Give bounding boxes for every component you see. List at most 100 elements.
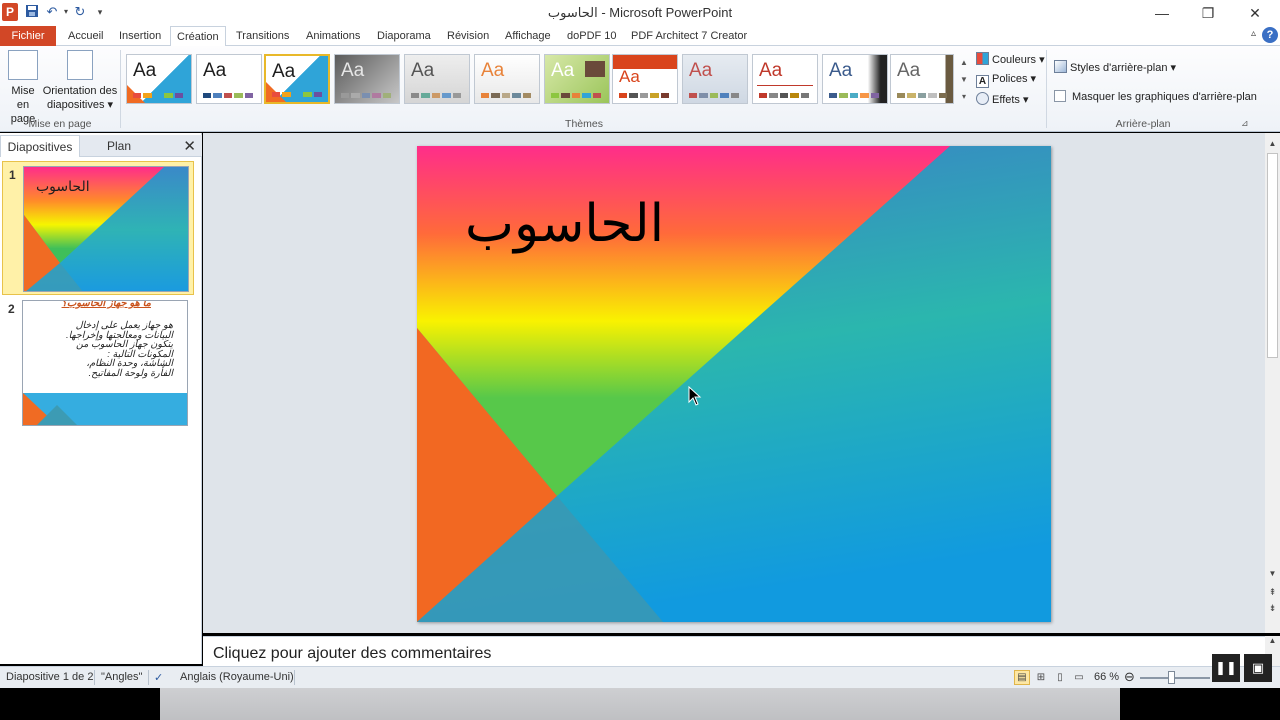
notes-placeholder[interactable]: Cliquez pour ajouter des commentaires <box>213 645 491 663</box>
theme-thumb-angles-selected[interactable]: Aa <box>264 54 330 104</box>
slide-thumbnail-2[interactable]: 2 ما هو جهاز الحاسوب؟ هو جهاز يعمل على إ… <box>2 296 194 430</box>
window-title: الحاسوب - Microsoft PowerPoint <box>547 5 733 20</box>
slide-thumb-image: ما هو جهاز الحاسوب؟ هو جهاز يعمل على إدخ… <box>22 300 188 426</box>
themes-gallery: Aa Aa Aa Aa Aa Aa Aa Aa Aa Aa Aa Aa <box>124 54 956 106</box>
theme-thumb-7[interactable]: Aa <box>544 54 610 104</box>
theme-thumb-4[interactable]: Aa <box>334 54 400 104</box>
themes-scroll[interactable]: ▲ ▼ ▾ <box>958 54 970 106</box>
slide-title[interactable]: الحاسوب <box>465 194 664 254</box>
group-label-page-setup: Mise en page <box>28 118 92 130</box>
themes-scroll-down-icon[interactable]: ▼ <box>958 71 970 88</box>
group-label-themes: Thèmes <box>565 118 603 130</box>
tab-slides[interactable]: Diapositives <box>0 135 80 157</box>
theme-thumb-9[interactable]: Aa <box>682 54 748 104</box>
theme-thumb-office[interactable]: Aa <box>196 54 262 104</box>
slide2-thumb-body: هو جهاز يعمل على إدخال البيانات ومعالجته… <box>65 320 173 379</box>
scroll-up-icon[interactable]: ▲ <box>1265 137 1280 151</box>
slide-canvas[interactable]: الحاسوب <box>417 146 1051 622</box>
ribbon-separator <box>120 50 121 128</box>
tab-animations[interactable]: Animations <box>304 26 362 46</box>
orientation-label-1: Orientation des <box>42 85 118 97</box>
theme-fonts-button[interactable]: A Polices ▾ <box>976 72 1036 88</box>
tab-home[interactable]: Accueil <box>66 26 105 46</box>
background-styles-button[interactable]: Styles d'arrière-plan ▾ <box>1054 60 1176 74</box>
slide-orientation-button[interactable]: Orientation des diapositives ▾ <box>42 50 118 112</box>
theme-effects-button[interactable]: Effets ▾ <box>976 92 1029 106</box>
themes-more-icon[interactable]: ▾ <box>958 88 970 105</box>
colors-icon <box>976 52 989 65</box>
tab-pdf-architect[interactable]: PDF Architect 7 Creator <box>629 26 749 46</box>
theme-colors-button[interactable]: Couleurs ▾ <box>976 52 1045 66</box>
hide-background-graphics-checkbox[interactable]: Masquer les graphiques d'arrière-plan <box>1054 90 1257 103</box>
theme-thumb-1[interactable]: Aa <box>126 54 192 104</box>
language-status[interactable]: Anglais (Royaume-Uni) <box>180 671 294 683</box>
title-bar: P ↶ ▾ ↻ ▾ الحاسوب - Microsoft PowerPoint… <box>0 0 1280 26</box>
ribbon-design: Mise en page Orientation des diapositive… <box>0 46 1280 132</box>
slides-pane-tabs: Diapositives Plan ✕ <box>0 135 202 157</box>
effects-icon <box>976 92 989 105</box>
status-bar: Diapositive 1 de 2 "Angles" ✓ Anglais (R… <box>0 666 1280 688</box>
slide-editor-area: الحاسوب <box>203 133 1265 633</box>
theme-thumb-10[interactable]: Aa <box>752 54 818 104</box>
editor-vertical-scrollbar[interactable]: ▲ ▼ ⇞ ⇟ <box>1265 133 1280 633</box>
ribbon-tabs: Fichier Accueil Insertion Création Trans… <box>0 26 1280 47</box>
normal-view-icon[interactable]: ▤ <box>1014 670 1030 685</box>
help-icon[interactable]: ? <box>1262 27 1278 43</box>
page-setup-button[interactable]: Mise en page <box>4 50 42 126</box>
tab-insert[interactable]: Insertion <box>117 26 163 46</box>
slide-count-status: Diapositive 1 de 2 <box>6 671 94 683</box>
close-pane-icon[interactable]: ✕ <box>183 137 196 155</box>
theme-thumb-5[interactable]: Aa <box>404 54 470 104</box>
pause-icon[interactable]: ❚❚ <box>1212 654 1240 682</box>
theme-name-status[interactable]: "Angles" <box>101 671 142 683</box>
zoom-slider[interactable] <box>1140 677 1210 679</box>
notes-pane[interactable]: Cliquez pour ajouter des commentaires <box>203 636 1265 666</box>
tab-dopdf[interactable]: doPDF 10 <box>565 26 619 46</box>
minimize-button[interactable]: — <box>1139 2 1185 24</box>
zoom-level[interactable]: 66 % <box>1094 671 1119 683</box>
picture-in-picture-icon[interactable]: ▣ <box>1244 654 1272 682</box>
background-dialog-launcher-icon[interactable]: ⊿ <box>1241 118 1249 129</box>
tab-transitions[interactable]: Transitions <box>234 26 291 46</box>
group-label-background: Arrière-plan <box>1115 118 1171 130</box>
slide2-thumb-title: ما هو جهاز الحاسوب؟ <box>61 300 151 309</box>
slide-thumb-title: الحاسوب <box>36 179 90 195</box>
theme-thumb-8[interactable]: Aa <box>612 54 678 104</box>
tab-file[interactable]: Fichier <box>0 26 56 46</box>
next-slide-icon[interactable]: ⇟ <box>1265 601 1280 615</box>
tab-design[interactable]: Création <box>170 26 226 47</box>
checkbox-icon[interactable] <box>1054 90 1066 102</box>
slide-thumbnail-1[interactable]: 1 الحاسوب <box>2 161 194 295</box>
close-window-button[interactable]: ✕ <box>1232 2 1278 24</box>
minimize-ribbon-icon[interactable]: ▵ <box>1251 28 1256 39</box>
page-setup-label-1: Mise en <box>11 85 35 111</box>
scrollbar-thumb[interactable] <box>1267 153 1278 358</box>
spellcheck-icon[interactable]: ✓ <box>154 671 163 684</box>
zoom-out-icon[interactable]: ⊖ <box>1124 669 1135 685</box>
slide-sorter-view-icon[interactable]: ⊞ <box>1033 670 1049 685</box>
previous-slide-icon[interactable]: ⇞ <box>1265 585 1280 599</box>
restore-button[interactable]: ❐ <box>1185 2 1231 24</box>
reading-view-icon[interactable]: ▯ <box>1052 670 1068 685</box>
tab-outline[interactable]: Plan <box>80 135 158 157</box>
orientation-icon <box>67 50 93 80</box>
slideshow-view-icon[interactable]: ▭ <box>1071 670 1087 685</box>
tab-slideshow[interactable]: Diaporama <box>375 26 433 46</box>
blurred-taskbar <box>160 688 1120 720</box>
theme-thumb-11[interactable]: Aa <box>822 54 888 104</box>
themes-scroll-up-icon[interactable]: ▲ <box>958 54 970 71</box>
page-setup-icon <box>8 50 38 80</box>
theme-thumb-6[interactable]: Aa <box>474 54 540 104</box>
ribbon-separator <box>1046 50 1047 128</box>
slides-pane: Diapositives Plan ✕ 1 الحاسوب 2 ما هو جه… <box>0 133 202 664</box>
background-styles-icon <box>1054 60 1067 73</box>
zoom-slider-handle[interactable] <box>1168 671 1175 684</box>
slide-thumb-image: الحاسوب <box>23 166 189 292</box>
tab-view[interactable]: Affichage <box>503 26 553 46</box>
orientation-label-2: diapositives ▾ <box>46 99 114 111</box>
theme-thumb-12[interactable]: Aa <box>890 54 954 104</box>
mouse-cursor-icon <box>688 386 702 406</box>
scroll-down-icon[interactable]: ▼ <box>1265 567 1280 581</box>
slide-number: 2 <box>8 302 15 316</box>
tab-review[interactable]: Révision <box>445 26 491 46</box>
